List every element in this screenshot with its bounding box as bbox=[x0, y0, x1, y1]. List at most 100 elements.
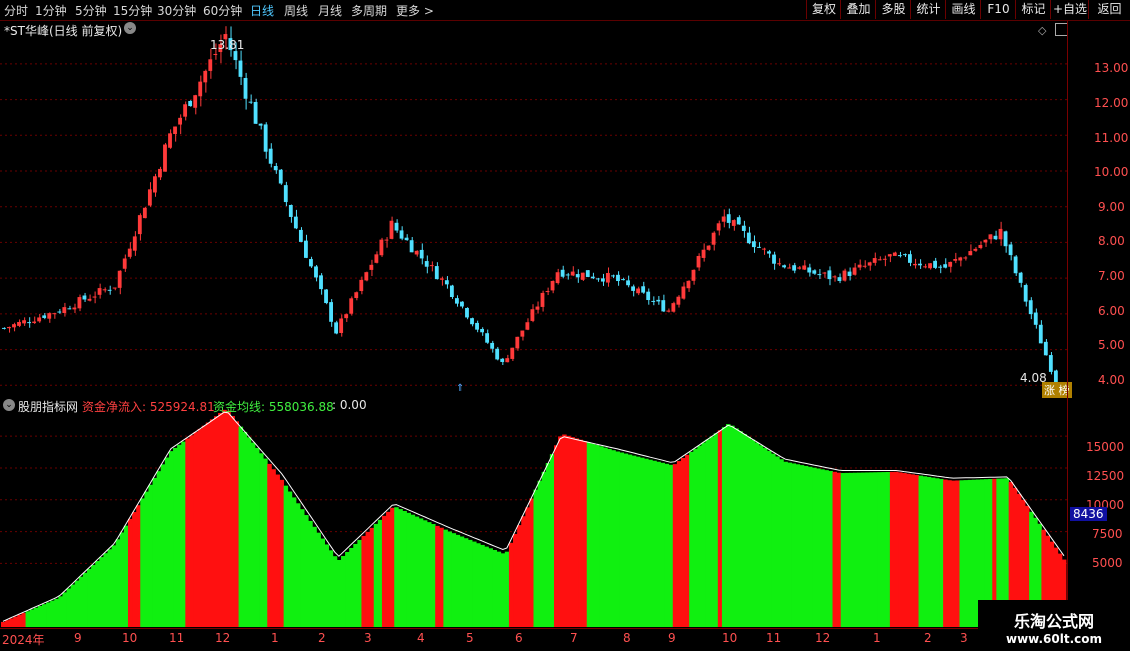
f10-button[interactable]: F10 bbox=[980, 0, 1016, 19]
fund-flow-bar bbox=[680, 457, 686, 627]
candle-body bbox=[525, 322, 530, 330]
fund-flow-bar bbox=[492, 549, 498, 627]
mark-button[interactable]: 标记 bbox=[1015, 0, 1051, 19]
candle-body bbox=[757, 246, 761, 248]
period-tab-5min[interactable]: 5分钟 bbox=[75, 2, 107, 19]
candle-body bbox=[238, 60, 243, 77]
period-tab-15min[interactable]: 15分钟 bbox=[113, 2, 152, 19]
candle-body bbox=[535, 306, 540, 310]
fund-flow-bar bbox=[271, 469, 276, 627]
candle-body bbox=[92, 296, 97, 298]
candle-body bbox=[711, 232, 716, 245]
fund-flow-bar bbox=[766, 450, 772, 627]
price-tick: 10.00 bbox=[1094, 165, 1129, 179]
price-tick: 12.00 bbox=[1094, 96, 1129, 110]
overlay-button[interactable]: 叠加 bbox=[840, 0, 876, 19]
candle-body bbox=[384, 239, 389, 241]
date-tick: 4 bbox=[417, 631, 425, 645]
candle-body bbox=[67, 308, 72, 310]
candle-body bbox=[590, 276, 595, 279]
fund-flow-bar bbox=[906, 473, 911, 627]
period-tab-30min[interactable]: 30分钟 bbox=[157, 2, 196, 19]
period-tab-more[interactable]: 更多 > bbox=[396, 2, 434, 19]
period-tab-daily[interactable]: 日线 bbox=[250, 2, 274, 19]
candle-body bbox=[304, 240, 308, 258]
candle-body bbox=[475, 322, 479, 330]
back-button[interactable]: 返回 bbox=[1088, 0, 1130, 19]
period-tab-fenshi[interactable]: 分时 bbox=[4, 2, 28, 19]
fund-flow-bar bbox=[664, 463, 670, 627]
more-label: 更多 bbox=[396, 4, 421, 18]
period-tab-1min[interactable]: 1分钟 bbox=[35, 2, 67, 19]
candle-body bbox=[817, 274, 822, 276]
candle-body bbox=[560, 269, 565, 277]
fund-flow-bar bbox=[705, 439, 711, 627]
period-tab-multi[interactable]: 多周期 bbox=[351, 2, 387, 19]
indicator-panel[interactable]: ⌄ 股朋指标网 资金净流入: 525924.81 资金均线: 558036.88… bbox=[0, 398, 1067, 627]
price-chart-panel[interactable]: *ST华峰(日线 前复权) ⌄ 13.81 4.08 ◇ 涨 榜 ⇑ bbox=[0, 21, 1072, 398]
date-tick: 6 bbox=[515, 631, 523, 645]
fund-flow-bar bbox=[99, 557, 104, 627]
period-tab-monthly[interactable]: 月线 bbox=[318, 2, 342, 19]
candle-body bbox=[37, 317, 42, 322]
candle-body bbox=[12, 324, 16, 328]
candle-body bbox=[1013, 256, 1018, 274]
candle-body bbox=[273, 166, 278, 171]
fund-flow-bar bbox=[869, 472, 874, 627]
candle-body bbox=[746, 232, 751, 244]
candle-body bbox=[505, 358, 510, 363]
add-favorite-button[interactable]: +自选 bbox=[1050, 0, 1089, 19]
candle-body bbox=[349, 298, 354, 314]
watermark: 乐淘公式网 www.60lt.com bbox=[978, 600, 1130, 650]
fuquan-button[interactable]: 复权 bbox=[806, 0, 841, 19]
statistics-button[interactable]: 统计 bbox=[910, 0, 946, 19]
chevron-down-icon[interactable]: ⌄ bbox=[124, 22, 136, 34]
fund-flow-bar bbox=[345, 551, 350, 627]
double-up-arrow-icon: ⇑ bbox=[456, 383, 465, 394]
date-tick: 1 bbox=[873, 631, 881, 645]
fund-flow-bar bbox=[816, 468, 821, 627]
fund-flow-bar bbox=[168, 451, 174, 627]
fund-flow-bar bbox=[857, 472, 862, 627]
candle-body bbox=[57, 311, 62, 313]
candle-body bbox=[772, 254, 776, 264]
fund-flow-bar bbox=[963, 480, 969, 627]
candle-body bbox=[792, 265, 797, 271]
candle-body bbox=[626, 280, 630, 286]
candle-body bbox=[621, 279, 625, 281]
fund-flow-bar bbox=[480, 544, 485, 627]
fund-flow-bar bbox=[734, 428, 739, 627]
candle-body bbox=[449, 285, 454, 298]
fund-flow-bar bbox=[537, 480, 543, 627]
candle-body bbox=[439, 278, 444, 280]
candle-body bbox=[530, 309, 535, 321]
fund-flow-bars bbox=[1, 409, 1067, 627]
chevron-down-icon[interactable]: ⌄ bbox=[3, 399, 15, 411]
fund-flow-bar bbox=[300, 509, 305, 627]
candle-body bbox=[364, 272, 369, 281]
fund-flow-chart[interactable] bbox=[0, 398, 1067, 627]
candle-body bbox=[565, 274, 570, 276]
candle-body bbox=[1048, 355, 1053, 372]
candle-body bbox=[822, 272, 827, 274]
multi-stock-button[interactable]: 多股 bbox=[875, 0, 911, 19]
period-tab-60min[interactable]: 60分钟 bbox=[203, 2, 242, 19]
draw-line-button[interactable]: 画线 bbox=[945, 0, 981, 19]
candle-body bbox=[233, 51, 238, 61]
candle-body bbox=[731, 220, 736, 226]
fund-flow-bar bbox=[353, 543, 358, 627]
fund-flow-bar bbox=[402, 510, 407, 627]
fund-flow-bar bbox=[451, 533, 457, 627]
period-tab-weekly[interactable]: 周线 bbox=[284, 2, 308, 19]
fund-flow-bar bbox=[898, 472, 903, 627]
date-tick: 2 bbox=[924, 631, 932, 645]
candle-body bbox=[132, 236, 137, 251]
candle-body bbox=[847, 271, 852, 276]
candle-body bbox=[17, 321, 21, 326]
diamond-icon[interactable]: ◇ bbox=[1038, 24, 1046, 37]
candle-body bbox=[948, 261, 953, 267]
fund-flow-bar bbox=[926, 476, 932, 627]
date-tick: 2024年 bbox=[2, 633, 45, 647]
candlestick-chart[interactable] bbox=[0, 21, 1067, 396]
fund-flow-bar bbox=[607, 448, 612, 627]
